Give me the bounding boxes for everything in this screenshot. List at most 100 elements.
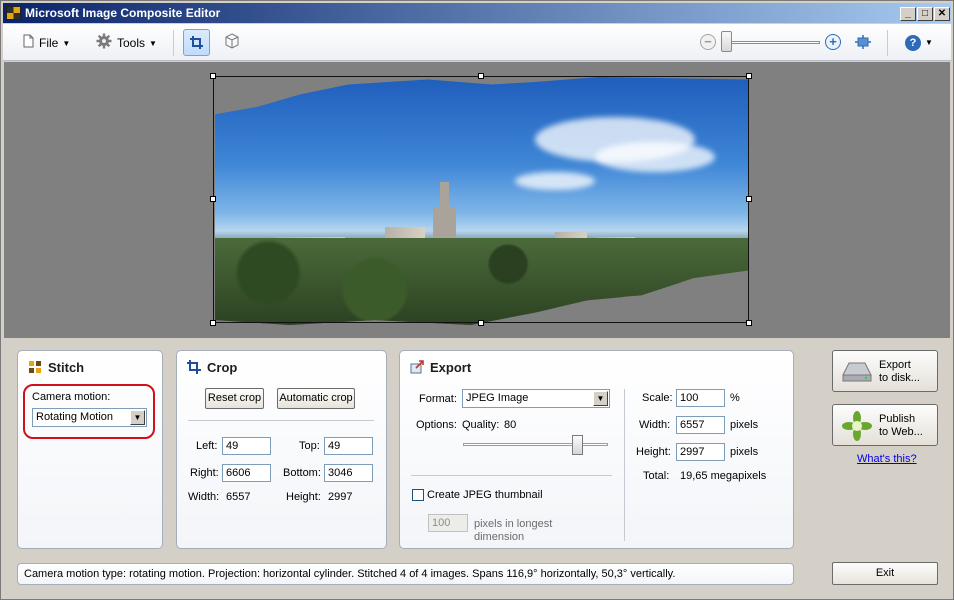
crop-handle[interactable] bbox=[746, 196, 752, 202]
dropdown-arrow-icon[interactable]: ▼ bbox=[593, 391, 608, 406]
close-button[interactable]: ✕ bbox=[934, 7, 950, 21]
format-value: JPEG Image bbox=[466, 392, 529, 404]
automatic-crop-button[interactable]: Automatic crop bbox=[277, 388, 355, 409]
export-width-unit: pixels bbox=[730, 419, 759, 431]
crop-left-field[interactable]: 49 bbox=[222, 437, 271, 455]
crop-handle[interactable] bbox=[478, 73, 484, 79]
minimize-button[interactable]: _ bbox=[900, 7, 916, 21]
crop-width-label: Width: bbox=[188, 491, 220, 503]
crop-top-field[interactable]: 49 bbox=[324, 437, 373, 455]
publish-to-web-button[interactable]: Publish to Web... bbox=[832, 404, 938, 446]
export-disk-label: Export to disk... bbox=[879, 359, 920, 385]
toolbar-divider bbox=[173, 30, 174, 56]
crop-top-label: Top: bbox=[299, 440, 320, 452]
crop-icon bbox=[187, 360, 201, 374]
export-column-divider bbox=[624, 389, 625, 541]
format-select[interactable]: JPEG Image ▼ bbox=[462, 389, 610, 408]
crop-handle[interactable] bbox=[210, 73, 216, 79]
crop-width-value: 6557 bbox=[226, 491, 251, 503]
scale-unit: % bbox=[730, 392, 740, 404]
toolbar: File ▼ Tools ▼ − + ? ▼ bbox=[3, 24, 951, 61]
export-title-label: Export bbox=[430, 360, 472, 375]
jpeg-thumbnail-checkbox[interactable] bbox=[412, 489, 424, 501]
crop-tool-button[interactable] bbox=[183, 29, 210, 56]
zoom-slider-thumb[interactable] bbox=[721, 31, 732, 52]
crop-bottom-field[interactable]: 3046 bbox=[324, 464, 373, 482]
scale-label: Scale: bbox=[642, 392, 673, 404]
crop-right-field[interactable]: 6606 bbox=[222, 464, 271, 482]
crop-right-label: Right: bbox=[190, 467, 219, 479]
preview-canvas[interactable] bbox=[4, 62, 950, 338]
scale-field[interactable]: 100 bbox=[676, 389, 725, 407]
crop-handle[interactable] bbox=[746, 320, 752, 326]
export-title: Export bbox=[410, 360, 471, 375]
publish-web-label-line2: to Web... bbox=[879, 426, 923, 438]
thumbnail-size-field[interactable]: 100 bbox=[428, 514, 468, 532]
file-menu[interactable]: File ▼ bbox=[23, 33, 70, 53]
cube-icon bbox=[224, 33, 240, 50]
help-menu[interactable]: ? ▼ bbox=[905, 33, 933, 53]
total-label: Total: bbox=[643, 470, 670, 482]
crop-rectangle[interactable] bbox=[210, 73, 752, 326]
zoom-out-button[interactable]: − bbox=[700, 34, 716, 50]
export-width-field[interactable]: 6557 bbox=[676, 416, 725, 434]
crop-title: Crop bbox=[187, 360, 237, 375]
crop-bottom-label: Bottom: bbox=[283, 467, 321, 479]
export-divider bbox=[411, 475, 612, 476]
crop-height-value: 2997 bbox=[328, 491, 353, 503]
stitch-title-label: Stitch bbox=[48, 360, 85, 375]
app-window: Microsoft Image Composite Editor _ □ ✕ F… bbox=[0, 0, 954, 600]
whats-this-link[interactable]: What's this? bbox=[857, 453, 917, 465]
tools-menu-label: Tools bbox=[117, 36, 146, 51]
options-label: Options: bbox=[416, 419, 457, 431]
publish-web-label-line1: Publish bbox=[879, 413, 916, 425]
crop-divider bbox=[188, 420, 374, 421]
export-disk-label-line1: Export bbox=[879, 359, 911, 371]
export-to-disk-button[interactable]: Export to disk... bbox=[832, 350, 938, 392]
export-width-label: Width: bbox=[639, 419, 671, 431]
export-icon bbox=[410, 360, 424, 374]
file-icon bbox=[23, 34, 34, 54]
quality-slider-thumb[interactable] bbox=[572, 435, 583, 455]
crop-height-label: Height: bbox=[286, 491, 321, 503]
crop-handle[interactable] bbox=[478, 320, 484, 326]
maximize-button[interactable]: □ bbox=[917, 7, 933, 21]
jpeg-thumbnail-label: Create JPEG thumbnail bbox=[427, 489, 543, 501]
crop-handle[interactable] bbox=[746, 73, 752, 79]
export-disk-label-line2: to disk... bbox=[879, 372, 920, 384]
stitch-icon bbox=[28, 360, 42, 374]
publish-web-icon bbox=[842, 411, 872, 444]
fit-to-window-button[interactable] bbox=[853, 33, 873, 51]
tools-menu[interactable]: Tools ▼ bbox=[96, 33, 157, 53]
fit-window-icon bbox=[854, 34, 872, 50]
status-bar: Camera motion type: rotating motion. Pro… bbox=[17, 563, 794, 585]
export-height-unit: pixels bbox=[730, 446, 759, 458]
zoom-in-button[interactable]: + bbox=[825, 34, 841, 50]
highlight-annotation bbox=[23, 384, 155, 439]
chevron-down-icon: ▼ bbox=[149, 39, 157, 48]
stitch-title: Stitch bbox=[28, 360, 84, 375]
exit-button[interactable]: Exit bbox=[832, 562, 938, 585]
total-value: 19,65 megapixels bbox=[680, 470, 767, 482]
file-menu-label: File bbox=[39, 36, 59, 50]
crop-left-label: Left: bbox=[196, 440, 218, 452]
crop-handle[interactable] bbox=[210, 320, 216, 326]
crop-icon bbox=[189, 34, 204, 51]
title-bar: Microsoft Image Composite Editor _ □ ✕ bbox=[3, 3, 951, 23]
quality-label: Quality: bbox=[462, 419, 500, 431]
quality-slider-track[interactable] bbox=[463, 443, 608, 446]
zoom-slider-track[interactable] bbox=[722, 41, 820, 44]
3d-view-button[interactable] bbox=[220, 30, 244, 54]
reset-crop-button[interactable]: Reset crop bbox=[205, 388, 264, 409]
disk-icon bbox=[841, 361, 873, 386]
stitch-panel: Stitch bbox=[17, 350, 163, 549]
export-height-field[interactable]: 2997 bbox=[676, 443, 725, 461]
app-icon bbox=[6, 6, 21, 20]
crop-handle[interactable] bbox=[210, 196, 216, 202]
help-icon: ? bbox=[905, 35, 921, 52]
chevron-down-icon: ▼ bbox=[62, 38, 71, 48]
window-title: Microsoft Image Composite Editor bbox=[25, 6, 221, 20]
thumbnail-desc-line2: dimension bbox=[474, 531, 525, 543]
chevron-down-icon: ▼ bbox=[925, 38, 933, 48]
crop-title-label: Crop bbox=[207, 360, 238, 375]
